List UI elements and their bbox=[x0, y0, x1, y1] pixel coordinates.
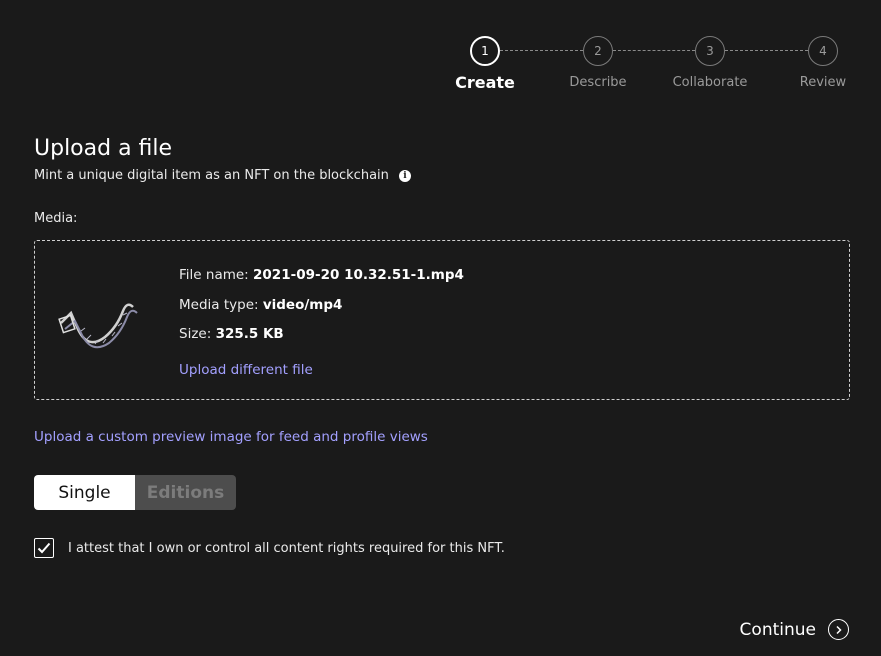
media-type-value: video/mp4 bbox=[262, 296, 343, 313]
media-label: Media: bbox=[34, 211, 78, 226]
toggle-single[interactable]: Single bbox=[34, 475, 135, 510]
step-create[interactable]: 1 Create bbox=[440, 36, 530, 92]
step-number: 1 bbox=[470, 36, 500, 66]
step-collaborate[interactable]: 3 Collaborate bbox=[665, 36, 755, 90]
continue-button[interactable]: Continue bbox=[740, 619, 849, 640]
file-name-label: File name: bbox=[179, 267, 249, 283]
step-label: Create bbox=[455, 73, 515, 92]
upload-different-file-link[interactable]: Upload different file bbox=[179, 362, 464, 378]
subtitle-text: Mint a unique digital item as an NFT on … bbox=[34, 168, 389, 183]
info-icon[interactable]: i bbox=[398, 169, 411, 182]
step-label: Describe bbox=[569, 75, 627, 90]
step-number: 4 bbox=[808, 36, 838, 66]
progress-stepper: 1 Create 2 Describe 3 Collaborate 4 Revi… bbox=[440, 36, 870, 96]
attest-row: I attest that I own or control all conte… bbox=[34, 538, 505, 558]
size-value: 325.5 KB bbox=[215, 326, 284, 342]
step-number: 2 bbox=[583, 36, 613, 66]
file-name-row: File name: 2021-09-20 10.32.51-1.mp4 bbox=[179, 267, 464, 297]
page-subtitle: Mint a unique digital item as an NFT on … bbox=[34, 168, 411, 183]
attest-text: I attest that I own or control all conte… bbox=[68, 540, 505, 556]
page-title: Upload a file bbox=[34, 136, 173, 161]
continue-label: Continue bbox=[739, 619, 816, 640]
size-row: Size: 325.5 KB bbox=[179, 326, 464, 356]
edition-toggle: Single Editions bbox=[34, 475, 236, 510]
media-type-row: Media type: video/mp4 bbox=[179, 297, 464, 327]
size-label: Size: bbox=[179, 326, 212, 342]
media-dropzone[interactable]: File name: 2021-09-20 10.32.51-1.mp4 Med… bbox=[34, 240, 850, 400]
arrow-right-circle-icon bbox=[828, 619, 849, 640]
film-strip-icon bbox=[58, 303, 138, 349]
checkmark-icon bbox=[37, 542, 51, 554]
step-describe[interactable]: 2 Describe bbox=[553, 36, 643, 90]
step-label: Collaborate bbox=[672, 75, 748, 90]
file-name-value: 2021-09-20 10.32.51-1.mp4 bbox=[253, 267, 464, 283]
toggle-editions[interactable]: Editions bbox=[135, 475, 236, 510]
step-label: Review bbox=[799, 75, 847, 90]
attest-checkbox[interactable] bbox=[34, 538, 54, 558]
step-number: 3 bbox=[695, 36, 725, 66]
file-metadata: File name: 2021-09-20 10.32.51-1.mp4 Med… bbox=[179, 267, 464, 378]
media-type-label: Media type: bbox=[179, 296, 259, 313]
step-review[interactable]: 4 Review bbox=[778, 36, 868, 90]
custom-preview-link[interactable]: Upload a custom preview image for feed a… bbox=[34, 429, 428, 445]
